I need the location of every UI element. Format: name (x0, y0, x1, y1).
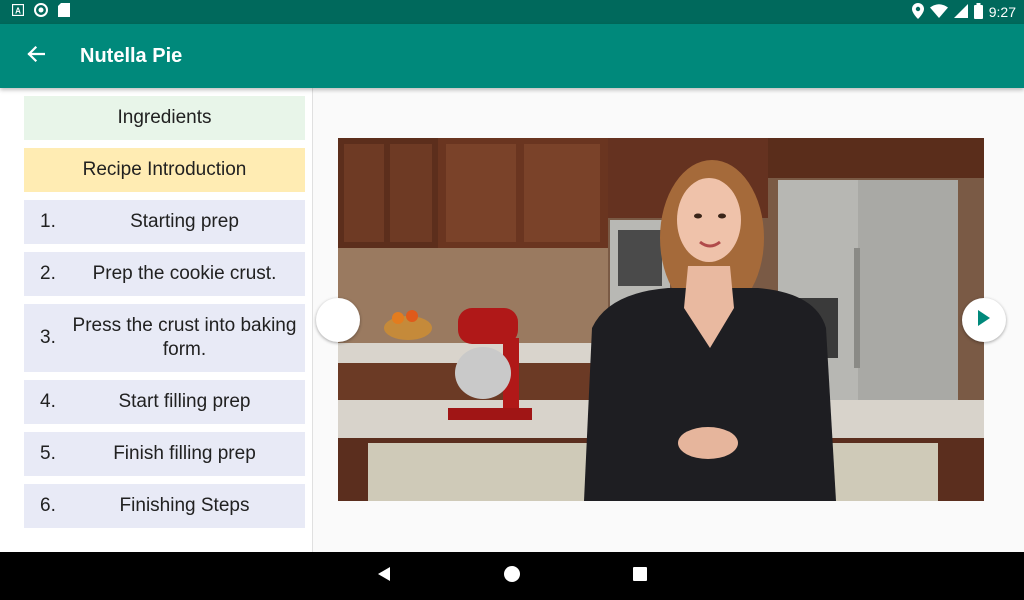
step-label: Finishing Steps (119, 495, 250, 516)
video-panel (314, 88, 1024, 552)
home-circle-icon (504, 565, 520, 587)
step-number: 3. (40, 327, 56, 348)
step-number: 1. (40, 211, 56, 232)
back-triangle-icon (377, 566, 391, 587)
step-number: 5. (40, 443, 56, 464)
play-next-icon (977, 309, 991, 332)
system-recents-button[interactable] (630, 566, 650, 586)
sd-card-icon (58, 2, 70, 22)
wifi-icon (929, 3, 948, 21)
step-item[interactable]: 2. Prep the cookie crust. (24, 252, 305, 296)
step-item[interactable]: 6. Finishing Steps (24, 484, 305, 528)
step-number: 4. (40, 391, 56, 412)
video-player[interactable] (338, 138, 984, 501)
step-number: 6. (40, 495, 56, 516)
step-label: Press the crust into baking form. (72, 315, 297, 360)
status-bar: A 9:27 (0, 0, 1024, 24)
recipe-step-list: Ingredients Recipe Introduction 1. Start… (0, 88, 313, 552)
notification-a-icon: A (11, 3, 25, 21)
status-right-icons: 9:27 (911, 2, 1016, 22)
step-item[interactable]: 5. Finish filling prep (24, 432, 305, 476)
status-left-icons: A (11, 2, 70, 22)
ingredients-item[interactable]: Ingredients (24, 96, 305, 140)
recipe-introduction-label: Recipe Introduction (82, 159, 247, 180)
step-item[interactable]: 4. Start filling prep (24, 380, 305, 424)
system-navigation-bar (0, 552, 1024, 600)
location-icon (911, 2, 924, 22)
battery-icon (973, 2, 983, 22)
step-label: Starting prep (130, 211, 239, 232)
svg-text:A: A (15, 7, 21, 16)
system-home-button[interactable] (502, 565, 522, 587)
step-label: Finish filling prep (113, 443, 256, 464)
status-time: 9:27 (988, 4, 1016, 20)
step-item[interactable]: 1. Starting prep (24, 200, 305, 244)
recents-square-icon (633, 566, 647, 586)
back-button[interactable] (20, 40, 52, 72)
step-number: 2. (40, 263, 56, 284)
cell-signal-icon (953, 3, 968, 21)
recipe-introduction-item[interactable]: Recipe Introduction (24, 148, 305, 192)
page-title: Nutella Pie (80, 45, 183, 67)
step-label: Start filling prep (118, 391, 251, 412)
app-bar: Nutella Pie (0, 24, 1024, 88)
sync-circle-icon (34, 2, 48, 22)
step-item[interactable]: 3. Press the crust into baking form. (24, 304, 305, 372)
step-label: Prep the cookie crust. (92, 263, 277, 284)
arrow-back-icon (27, 45, 46, 68)
previous-step-button[interactable] (316, 298, 360, 342)
video-frame-kitchen (338, 138, 984, 501)
next-step-button[interactable] (962, 298, 1006, 342)
system-back-button[interactable] (374, 566, 394, 586)
ingredients-label: Ingredients (117, 107, 212, 128)
